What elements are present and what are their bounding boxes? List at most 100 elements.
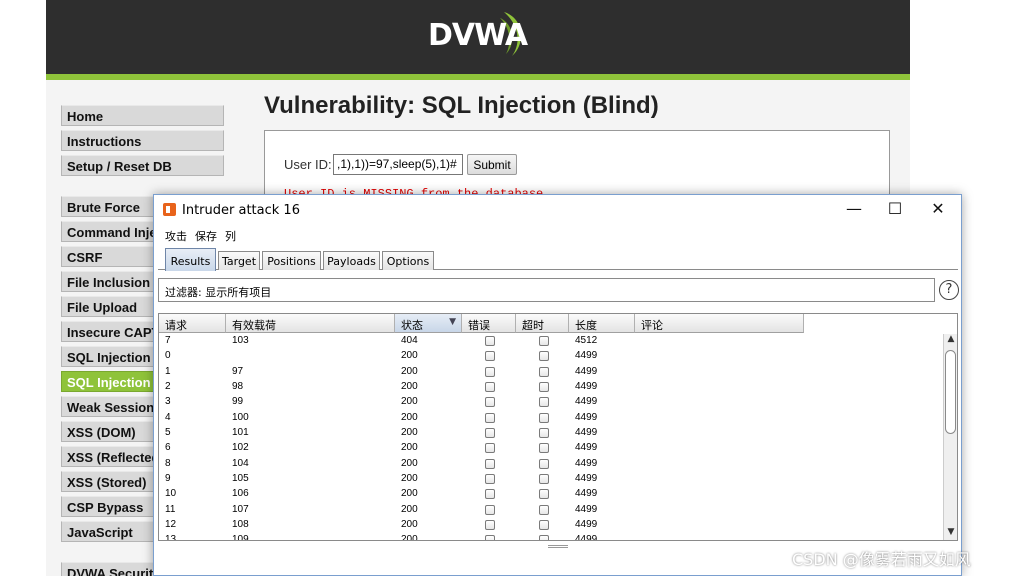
table-row[interactable]: 12 108 200 4499 (159, 518, 804, 533)
error-checkbox (485, 520, 495, 531)
table-row[interactable]: 13 109 200 4499 (159, 533, 804, 541)
table-row[interactable]: 4 100 200 4499 (159, 411, 804, 426)
userid-input[interactable]: ,1),1))=97,sleep(5),1)# (333, 154, 463, 175)
cell-length: 4499 (575, 381, 598, 393)
cell-length: 4499 (575, 365, 598, 377)
column-status-label: 状态 (401, 319, 423, 332)
cell-length: 4512 (575, 335, 598, 346)
sidebar-item-setup-reset-db[interactable]: Setup / Reset DB (61, 155, 224, 176)
tab-payloads[interactable]: Payloads (323, 251, 380, 270)
tab-target[interactable]: Target (218, 251, 260, 270)
timeout-checkbox (539, 412, 549, 423)
tab-positions[interactable]: Positions (262, 251, 321, 270)
cell-request: 6 (165, 442, 171, 454)
table-row[interactable]: 11 107 200 4499 (159, 503, 804, 518)
minimize-button[interactable]: — (839, 199, 869, 219)
menu-attack[interactable]: 攻击 (165, 228, 187, 244)
table-row[interactable]: 6 102 200 4499 (159, 441, 804, 456)
table-row[interactable]: 7 103 404 4512 (159, 334, 804, 349)
timeout-checkbox (539, 366, 549, 377)
cell-request: 5 (165, 427, 171, 439)
cell-status: 200 (401, 457, 418, 469)
close-button[interactable]: ✕ (923, 199, 953, 219)
cell-request: 4 (165, 411, 171, 423)
sidebar-item-instructions[interactable]: Instructions (61, 130, 224, 151)
table-row[interactable]: 5 101 200 4499 (159, 426, 804, 441)
column-payload[interactable]: 有效载荷 (226, 314, 395, 333)
cell-request: 1 (165, 365, 171, 377)
table-row[interactable]: 3 99 200 4499 (159, 395, 804, 410)
maximize-button[interactable]: ☐ (880, 199, 910, 219)
table-row[interactable]: 1 97 200 4499 (159, 365, 804, 380)
timeout-checkbox (539, 336, 549, 346)
column-request[interactable]: 请求 (159, 314, 226, 333)
error-checkbox (485, 397, 495, 408)
cell-status: 404 (401, 335, 418, 346)
table-row[interactable]: 0 200 4499 (159, 349, 804, 364)
table-row[interactable]: 8 104 200 4499 (159, 457, 804, 472)
menu-save[interactable]: 保存 (195, 228, 217, 244)
column-comment[interactable]: 评论 (635, 314, 804, 333)
error-checkbox (485, 428, 495, 439)
scroll-down-icon[interactable]: ▼ (944, 527, 957, 540)
table-rows: 7 103 404 4512 0 200 4499 1 97 200 4499 2 98 200 4499 3… (159, 334, 804, 541)
error-checkbox (485, 504, 495, 515)
table-row[interactable]: 9 105 200 4499 (159, 472, 804, 487)
cell-status: 200 (401, 534, 418, 541)
timeout-checkbox (539, 397, 549, 408)
cell-payload: 105 (232, 473, 249, 485)
split-pane-handle[interactable] (548, 545, 568, 548)
menu-columns[interactable]: 列 (225, 228, 236, 244)
cell-payload: 102 (232, 442, 249, 454)
filter-bar[interactable]: 过滤器: 显示所有项目 (158, 278, 935, 302)
help-icon[interactable]: ? (939, 280, 959, 300)
tab-options[interactable]: Options (382, 251, 434, 270)
error-checkbox (485, 474, 495, 485)
cell-request: 11 (165, 503, 176, 515)
menu-bar: 攻击 保存 列 (154, 225, 961, 243)
error-checkbox (485, 412, 495, 423)
cell-status: 200 (401, 442, 418, 454)
cell-length: 4499 (575, 519, 598, 531)
timeout-checkbox (539, 535, 549, 540)
column-length[interactable]: 长度 (569, 314, 635, 333)
cell-request: 9 (165, 473, 171, 485)
tab-strip: Results Target Positions Payloads Option… (158, 248, 958, 271)
column-timeout[interactable]: 超时 (516, 314, 569, 333)
timeout-checkbox (539, 382, 549, 393)
error-checkbox (485, 535, 495, 540)
cell-status: 200 (401, 396, 418, 408)
cell-status: 200 (401, 381, 418, 393)
dvwa-header: DVWA (46, 0, 910, 74)
timeout-checkbox (539, 489, 549, 500)
cell-request: 10 (165, 488, 177, 500)
error-checkbox (485, 443, 495, 454)
results-table: 请求 有效载荷 状态 ▼ 错误 超时 长度 评论 7 103 404 4512 0 200… (158, 313, 958, 541)
table-row[interactable]: 2 98 200 4499 (159, 380, 804, 395)
cell-length: 4499 (575, 534, 598, 541)
cell-request: 13 (165, 534, 177, 541)
timeout-checkbox (539, 474, 549, 485)
sort-descending-icon: ▼ (449, 317, 456, 327)
tab-results[interactable]: Results (165, 248, 216, 271)
column-error[interactable]: 错误 (462, 314, 516, 333)
error-checkbox (485, 336, 495, 346)
cell-payload: 104 (232, 457, 249, 469)
cell-length: 4499 (575, 442, 598, 454)
scrollbar-thumb[interactable] (945, 350, 956, 434)
submit-button[interactable]: Submit (467, 154, 517, 175)
scroll-up-icon[interactable]: ▲ (944, 334, 957, 348)
timeout-checkbox (539, 351, 549, 362)
cell-request: 0 (165, 350, 171, 362)
table-row[interactable]: 10 106 200 4499 (159, 487, 804, 502)
cell-status: 200 (401, 473, 418, 485)
sidebar-item-home[interactable]: Home (61, 105, 224, 126)
cell-payload: 101 (232, 427, 249, 439)
cell-payload: 103 (232, 335, 249, 346)
error-checkbox (485, 489, 495, 500)
window-titlebar[interactable]: Intruder attack 16 — ☐ ✕ (154, 195, 961, 225)
column-status[interactable]: 状态 ▼ (395, 314, 462, 333)
cell-request: 8 (165, 457, 171, 469)
page-title: Vulnerability: SQL Injection (Blind) (264, 92, 659, 119)
vertical-scrollbar[interactable]: ▲ ▼ (943, 334, 957, 540)
